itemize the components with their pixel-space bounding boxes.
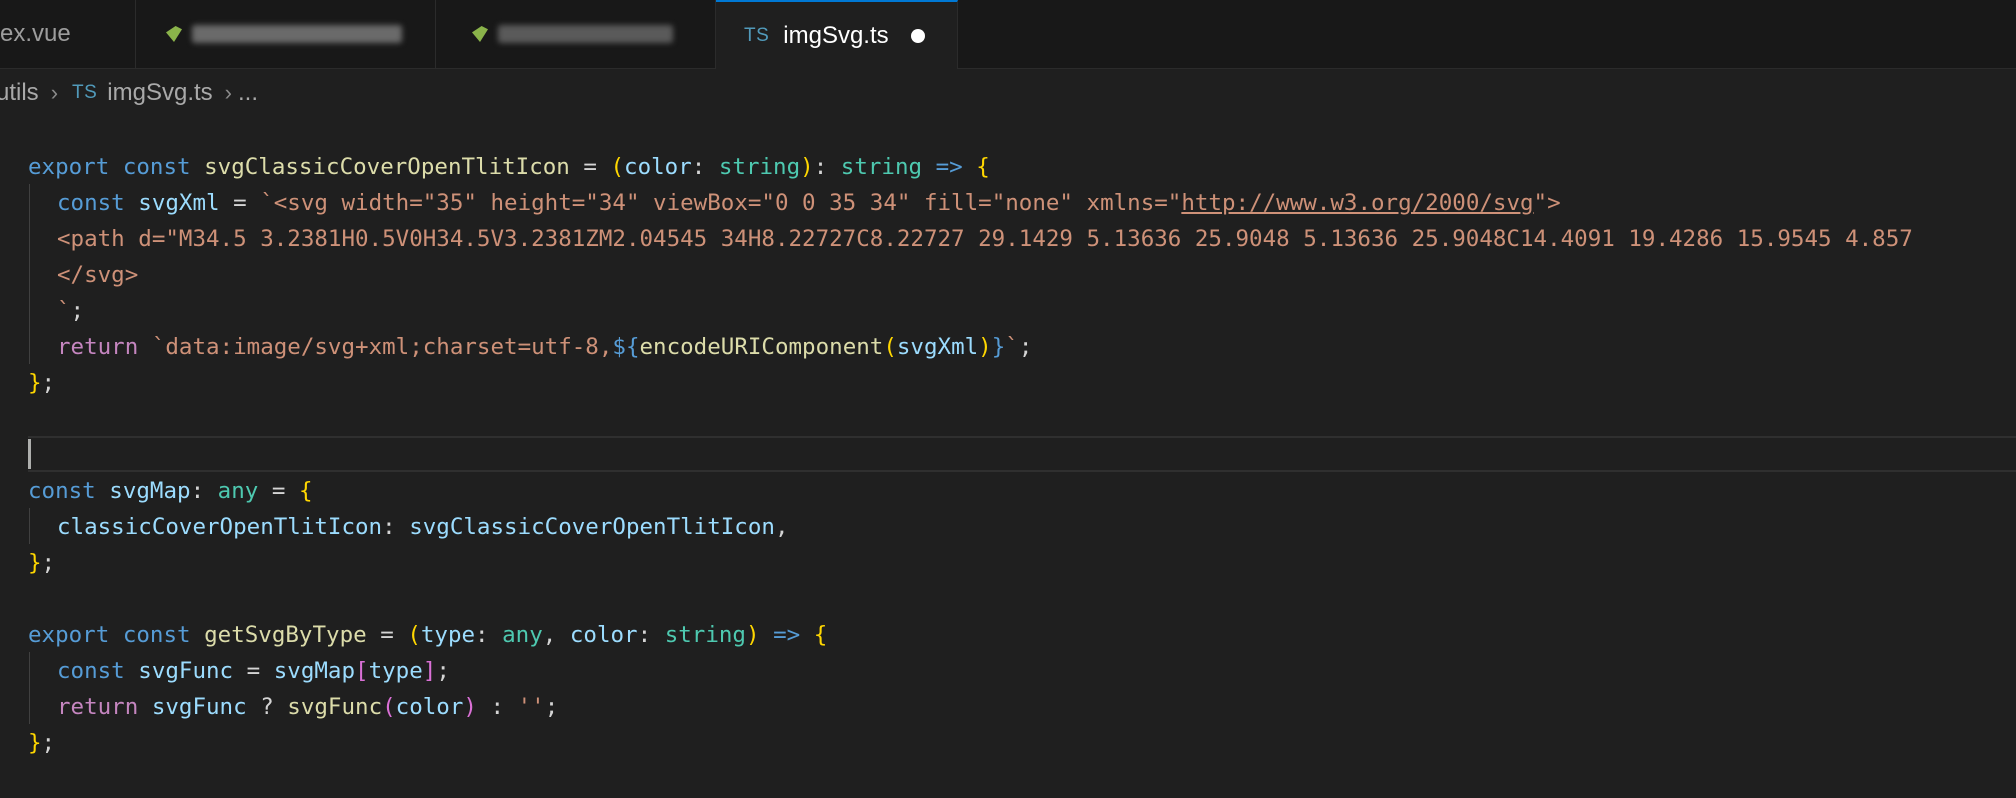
url-link: http://www.w3.org/2000/svg: [1181, 190, 1534, 216]
code-line-11: };: [28, 550, 56, 576]
tab-obscured-2[interactable]: [436, 0, 716, 68]
tab-label: imgSvg.ts: [783, 21, 889, 49]
code-line-5: `;: [57, 298, 85, 324]
code-line-9: const svgMap: any = {: [28, 478, 313, 504]
editor-tab-bar: ex.vue TS imgSvg.ts: [0, 0, 2016, 69]
tab-obscured-1[interactable]: [136, 0, 436, 68]
breadcrumb: utils › TS imgSvg.ts › ...: [0, 70, 2016, 116]
chevron-right-icon: ›: [50, 80, 59, 105]
vue-file-icon: [166, 26, 182, 42]
typescript-file-icon: TS: [744, 24, 770, 46]
obscured-tab-label: [192, 25, 402, 43]
indent-guide: [29, 508, 30, 544]
code-line-15: return svgFunc ? svgFunc(color) : '';: [57, 694, 559, 720]
breadcrumb-symbol[interactable]: ...: [238, 79, 258, 107]
tab-imgsvg-ts[interactable]: TS imgSvg.ts: [716, 0, 958, 69]
indent-guide: [29, 184, 30, 364]
code-line-1: export const svgClassicCoverOpenTlitIcon…: [28, 154, 990, 180]
code-line-7: };: [28, 370, 56, 396]
breadcrumb-folder[interactable]: utils: [0, 79, 39, 107]
current-line-highlight: [28, 436, 2016, 472]
tab-label: ex.vue: [0, 20, 71, 47]
tab-index-vue[interactable]: ex.vue: [0, 0, 136, 68]
vue-file-icon: [472, 26, 488, 42]
code-line-2: const svgXml = `<svg width="35" height="…: [57, 190, 1561, 216]
breadcrumb-file[interactable]: imgSvg.ts: [107, 79, 212, 107]
code-line-14: const svgFunc = svgMap[type];: [57, 658, 450, 684]
code-line-4: </svg>: [57, 262, 139, 288]
code-line-13: export const getSvgByType = (type: any, …: [28, 622, 828, 648]
code-line-6: return `data:image/svg+xml;charset=utf-8…: [57, 334, 1033, 360]
unsaved-dot-icon[interactable]: [910, 28, 925, 43]
code-line-16: };: [28, 730, 56, 756]
text-cursor: [28, 439, 31, 469]
chevron-right-icon: ›: [224, 80, 232, 105]
obscured-tab-label: [498, 25, 673, 43]
code-line-10: classicCoverOpenTlitIcon: svgClassicCove…: [57, 514, 789, 540]
indent-guide: [29, 652, 30, 724]
code-line-3: <path d="M34.5 3.2381H0.5V0H34.5V3.2381Z…: [57, 226, 1913, 252]
typescript-file-icon: TS: [72, 82, 98, 103]
